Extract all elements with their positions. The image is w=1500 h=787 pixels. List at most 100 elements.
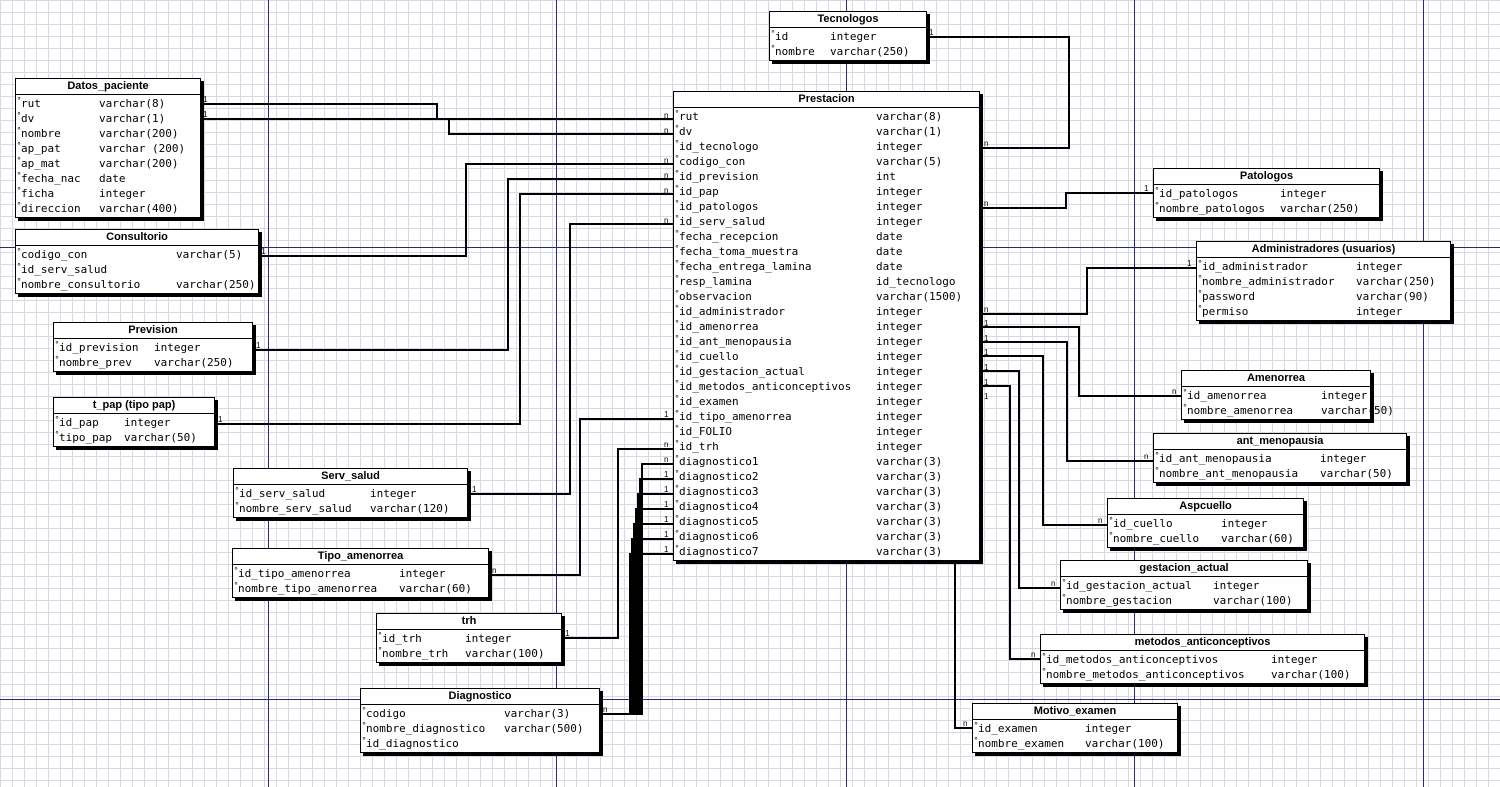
- column-row[interactable]: ° id_examen integer: [674, 394, 979, 409]
- column-row[interactable]: ° id_tipo_amenorrea integer: [674, 409, 979, 424]
- column-row[interactable]: ° id_serv_salud: [16, 262, 258, 277]
- column-row[interactable]: ° direccion varchar(400): [16, 201, 200, 216]
- column-row[interactable]: ° id_amenorrea integer: [674, 319, 979, 334]
- column-row[interactable]: ° diagnostico6 varchar(3): [674, 529, 979, 544]
- entity-prestacion[interactable]: Prestacion ° rut varchar(8) ° dv varchar(1) ° id…: [673, 91, 980, 561]
- column-type: integer: [876, 395, 923, 408]
- column-row[interactable]: ° id_gestacion_actual integer: [674, 364, 979, 379]
- column-row[interactable]: ° nombre_amenorrea varchar(50): [1182, 403, 1394, 418]
- column-row[interactable]: ° nombre_tipo_amenorrea varchar(60): [233, 581, 488, 596]
- column-row[interactable]: ° id_ant_menopausia integer: [1154, 451, 1406, 466]
- column-row[interactable]: ° nombre_prev varchar(250): [54, 355, 252, 370]
- column-row[interactable]: ° ap_pat varchar (200): [16, 141, 200, 156]
- column-row[interactable]: ° rut varchar(8): [16, 96, 200, 111]
- column-row[interactable]: ° id_prevision int: [674, 169, 979, 184]
- column-row[interactable]: ° id_ant_menopausia integer: [674, 334, 979, 349]
- entity-tipo-amenorrea[interactable]: Tipo_amenorrea ° id_tipo_amenorrea integer °…: [232, 548, 489, 598]
- column-row[interactable]: ° dv varchar(1): [16, 111, 200, 126]
- column-row[interactable]: ° id_pap integer: [54, 415, 214, 430]
- column-row[interactable]: ° nombre_patologos varchar(250): [1154, 201, 1379, 216]
- column-row[interactable]: ° id_prevision integer: [54, 340, 252, 355]
- column-name: diagnostico1: [679, 455, 759, 468]
- column-row[interactable]: ° nombre_administrador varchar(250): [1197, 274, 1450, 289]
- column-row[interactable]: ° tipo_pap varchar(50): [54, 430, 214, 445]
- entity-title: Patologos: [1154, 169, 1379, 185]
- column-row[interactable]: ° id_tecnologo integer: [674, 139, 979, 154]
- column-row[interactable]: ° fecha_nac date: [16, 171, 200, 186]
- entity-datos-paciente[interactable]: Datos_paciente ° rut varchar(8) ° dv varchar(1…: [15, 78, 201, 218]
- entity-ant-menopausia[interactable]: ant_menopausia ° id_ant_menopausia integer °…: [1153, 433, 1407, 483]
- column-row[interactable]: ° id_metodos_anticonceptivos integer: [1041, 652, 1364, 667]
- column-row[interactable]: ° password varchar(90): [1197, 289, 1450, 304]
- column-row[interactable]: ° id_cuello integer: [1108, 516, 1303, 531]
- column-row[interactable]: ° id_examen integer: [973, 721, 1177, 736]
- column-row[interactable]: ° id_amenorrea integer: [1182, 388, 1370, 403]
- column-row[interactable]: ° ficha integer: [16, 186, 200, 201]
- column-row[interactable]: ° diagnostico1 varchar(3): [674, 454, 979, 469]
- entity-serv-salud[interactable]: Serv_salud ° id_serv_salud integer ° nombre_s…: [233, 468, 468, 518]
- column-row[interactable]: ° fecha_toma_muestra date: [674, 244, 979, 259]
- entity-aspcuello[interactable]: Aspcuello ° id_cuello integer ° nombre_cuello…: [1107, 498, 1304, 548]
- column-row[interactable]: ° nombre_gestacion varchar(100): [1061, 593, 1307, 608]
- entity-t-pap[interactable]: t_pap (tipo pap) ° id_pap integer ° tipo_pap v…: [53, 397, 215, 447]
- entity-gestacion-actual[interactable]: gestacion_actual ° id_gestacion_actual inte…: [1060, 560, 1308, 610]
- column-row[interactable]: ° diagnostico5 varchar(3): [674, 514, 979, 529]
- column-row[interactable]: ° permiso integer: [1197, 304, 1450, 319]
- column-row[interactable]: ° diagnostico7 varchar(3): [674, 544, 979, 559]
- column-row[interactable]: ° id_cuello integer: [674, 349, 979, 364]
- column-row[interactable]: ° codigo_con varchar(5): [16, 247, 258, 262]
- column-row[interactable]: ° diagnostico4 varchar(3): [674, 499, 979, 514]
- column-row[interactable]: ° diagnostico3 varchar(3): [674, 484, 979, 499]
- column-row[interactable]: ° rut varchar(8): [674, 109, 979, 124]
- entity-consultorio[interactable]: Consultorio ° codigo_con varchar(5) ° id_serv…: [15, 229, 259, 294]
- column-row[interactable]: ° id integer: [770, 29, 926, 44]
- column-row[interactable]: ° nombre_trh varchar(100): [377, 646, 561, 661]
- column-row[interactable]: ° nombre_ant_menopausia varchar(50): [1154, 466, 1406, 481]
- column-row[interactable]: ° nombre varchar(200): [16, 126, 200, 141]
- column-row[interactable]: ° id_metodos_anticonceptivos integer: [674, 379, 979, 394]
- column-row[interactable]: ° nombre_consultorio varchar(250): [16, 277, 258, 292]
- column-row[interactable]: ° codigo varchar(3): [361, 706, 599, 721]
- column-row[interactable]: ° dv varchar(1): [674, 124, 979, 139]
- column-row[interactable]: ° diagnostico2 varchar(3): [674, 469, 979, 484]
- entity-motivo-examen[interactable]: Motivo_examen ° id_examen integer ° nombre_ex…: [972, 703, 1178, 753]
- entity-patologos[interactable]: Patologos ° id_patologos integer ° nombre_pat…: [1153, 168, 1380, 218]
- cardinality-label: 1: [664, 530, 669, 539]
- column-type: varchar(100): [1213, 594, 1293, 607]
- column-row[interactable]: ° nombre_examen varchar(100): [973, 736, 1177, 751]
- column-row[interactable]: ° codigo_con varchar(5): [674, 154, 979, 169]
- column-row[interactable]: ° nombre varchar(250): [770, 44, 926, 59]
- column-row[interactable]: ° nombre_cuello varchar(60): [1108, 531, 1303, 546]
- column-row[interactable]: ° id_patologos integer: [1154, 186, 1379, 201]
- column-row[interactable]: ° nombre_diagnostico varchar(500): [361, 721, 599, 736]
- column-row[interactable]: ° id_tipo_amenorrea integer: [233, 566, 488, 581]
- entity-administradores[interactable]: Administradores (usuarios) ° id_administra…: [1196, 241, 1451, 321]
- entity-trh[interactable]: trh ° id_trh integer ° nombre_trh varchar(100): [376, 613, 562, 663]
- column-row[interactable]: ° id_serv_salud integer: [674, 214, 979, 229]
- column-row[interactable]: ° id_administrador integer: [674, 304, 979, 319]
- column-row[interactable]: ° id_gestacion_actual integer: [1061, 578, 1307, 593]
- entity-tecnologos[interactable]: Tecnologos ° id integer ° nombre varchar(250): [769, 11, 927, 61]
- column-row[interactable]: ° observacion varchar(1500): [674, 289, 979, 304]
- column-row[interactable]: ° id_serv_salud integer: [234, 486, 467, 501]
- column-row[interactable]: ° id_trh integer: [377, 631, 561, 646]
- cardinality-label: 1: [203, 110, 208, 119]
- column-row[interactable]: ° nombre_serv_salud varchar(120): [234, 501, 467, 516]
- column-row[interactable]: ° resp_lamina id_tecnologo: [674, 274, 979, 289]
- column-name: id_gestacion_actual: [1066, 579, 1192, 592]
- column-row[interactable]: ° id_diagnostico: [361, 736, 599, 751]
- cardinality-label: n: [1098, 516, 1103, 525]
- entity-metodos-anticonceptivos[interactable]: metodos_anticonceptivos ° id_metodos_antic…: [1040, 634, 1365, 684]
- column-row[interactable]: ° id_administrador integer: [1197, 259, 1450, 274]
- column-row[interactable]: ° nombre_metodos_anticonceptivos varchar(1…: [1041, 667, 1364, 682]
- column-row[interactable]: ° id_patologos integer: [674, 199, 979, 214]
- column-row[interactable]: ° fecha_entrega_lamina date: [674, 259, 979, 274]
- entity-prevision[interactable]: Prevision ° id_prevision integer ° nombre_pre…: [53, 322, 253, 372]
- column-row[interactable]: ° id_pap integer: [674, 184, 979, 199]
- column-row[interactable]: ° id_FOLIO integer: [674, 424, 979, 439]
- entity-amenorrea[interactable]: Amenorrea ° id_amenorrea integer ° nombre_ame…: [1181, 370, 1394, 420]
- entity-diagnostico[interactable]: Diagnostico ° codigo varchar(3) ° nombre_diag…: [360, 688, 600, 753]
- column-row[interactable]: ° id_trh integer: [674, 439, 979, 454]
- column-row[interactable]: ° ap_mat varchar(200): [16, 156, 200, 171]
- column-row[interactable]: ° fecha_recepcion date: [674, 229, 979, 244]
